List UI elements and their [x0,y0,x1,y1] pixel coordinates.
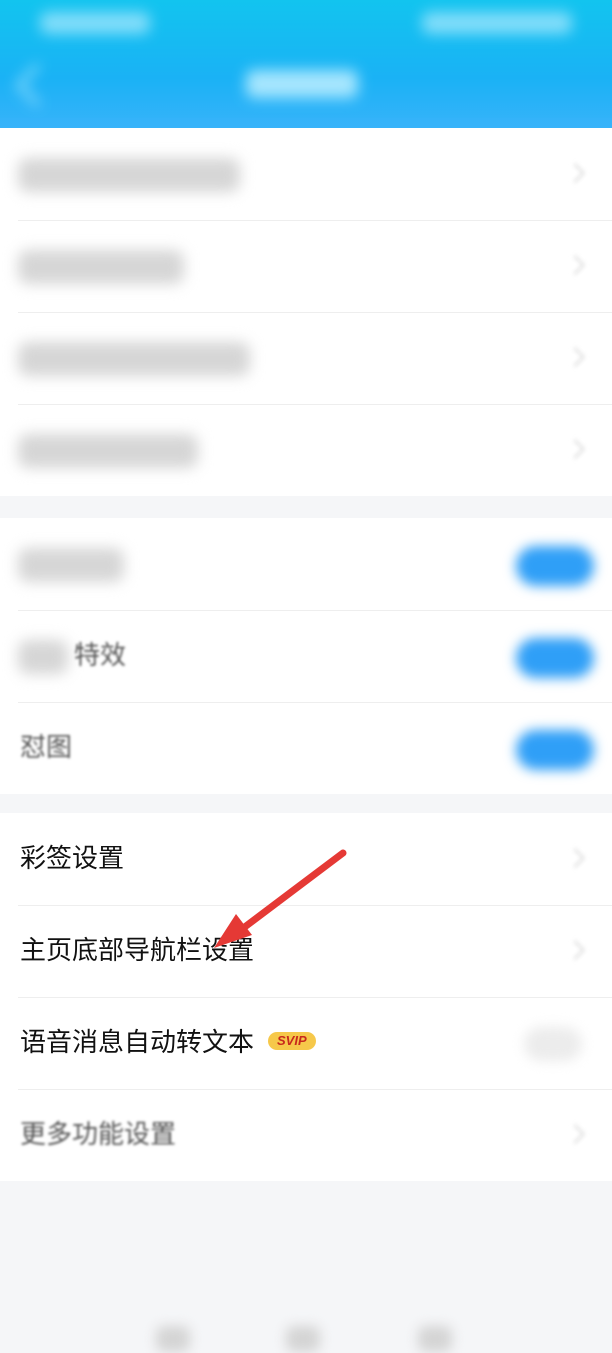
nav-icon[interactable] [418,1326,452,1352]
settings-group-3: 彩签设置 主页底部导航栏设置 语音消息自动转文本 SVIP 更多功能设置 [0,813,612,1181]
svip-badge: SVIP [268,1031,316,1050]
top-header [0,0,612,130]
row-label [18,158,240,192]
settings-row[interactable] [0,312,612,404]
chevron-right-icon [565,848,585,868]
page-title [246,70,358,98]
settings-row-bottom-nav[interactable]: 主页底部导航栏设置 [0,905,612,997]
toggle-switch[interactable] [516,730,594,770]
settings-row-voice-to-text[interactable]: 语音消息自动转文本 SVIP [0,997,612,1089]
row-label: 彩签设置 [20,844,125,874]
chevron-right-icon [565,1124,585,1144]
row-label [18,250,184,284]
settings-row[interactable] [0,220,612,312]
nav-icon[interactable] [156,1326,190,1352]
toggle-switch[interactable] [524,1027,582,1061]
row-label-text: 语音消息自动转文本 [20,1028,255,1058]
settings-row[interactable] [0,128,612,220]
toggle-row[interactable] [0,518,612,610]
settings-row-more[interactable]: 更多功能设置 [0,1089,612,1181]
bottom-nav [0,1300,612,1353]
toggle-switch[interactable] [516,546,594,586]
row-label: 主页底部导航栏设置 [20,936,255,966]
chevron-right-icon [565,163,585,183]
toggle-row[interactable]: 特效 [0,610,612,702]
row-label: 语音消息自动转文本 SVIP [20,997,316,1089]
settings-row-color-tag[interactable]: 彩签设置 [0,813,612,905]
row-label: 特效 [74,641,127,671]
settings-group-1 [0,128,612,496]
chevron-right-icon [565,940,585,960]
chevron-right-icon [565,255,585,275]
chevron-right-icon [565,347,585,367]
toggle-row[interactable]: 怼图 [0,702,612,794]
status-bar-right [422,12,572,34]
row-label [18,548,124,582]
row-label [18,342,250,376]
toggle-switch[interactable] [516,638,594,678]
nav-icon[interactable] [286,1326,320,1352]
row-label: 怼图 [20,733,73,763]
back-arrow-icon[interactable] [15,63,59,107]
settings-row[interactable] [0,404,612,496]
status-bar-left [40,12,150,34]
settings-group-2: 特效 怼图 [0,518,612,794]
chevron-right-icon [565,439,585,459]
row-label-hidden-part [18,640,68,674]
row-label [18,434,198,468]
row-label: 更多功能设置 [20,1120,177,1150]
